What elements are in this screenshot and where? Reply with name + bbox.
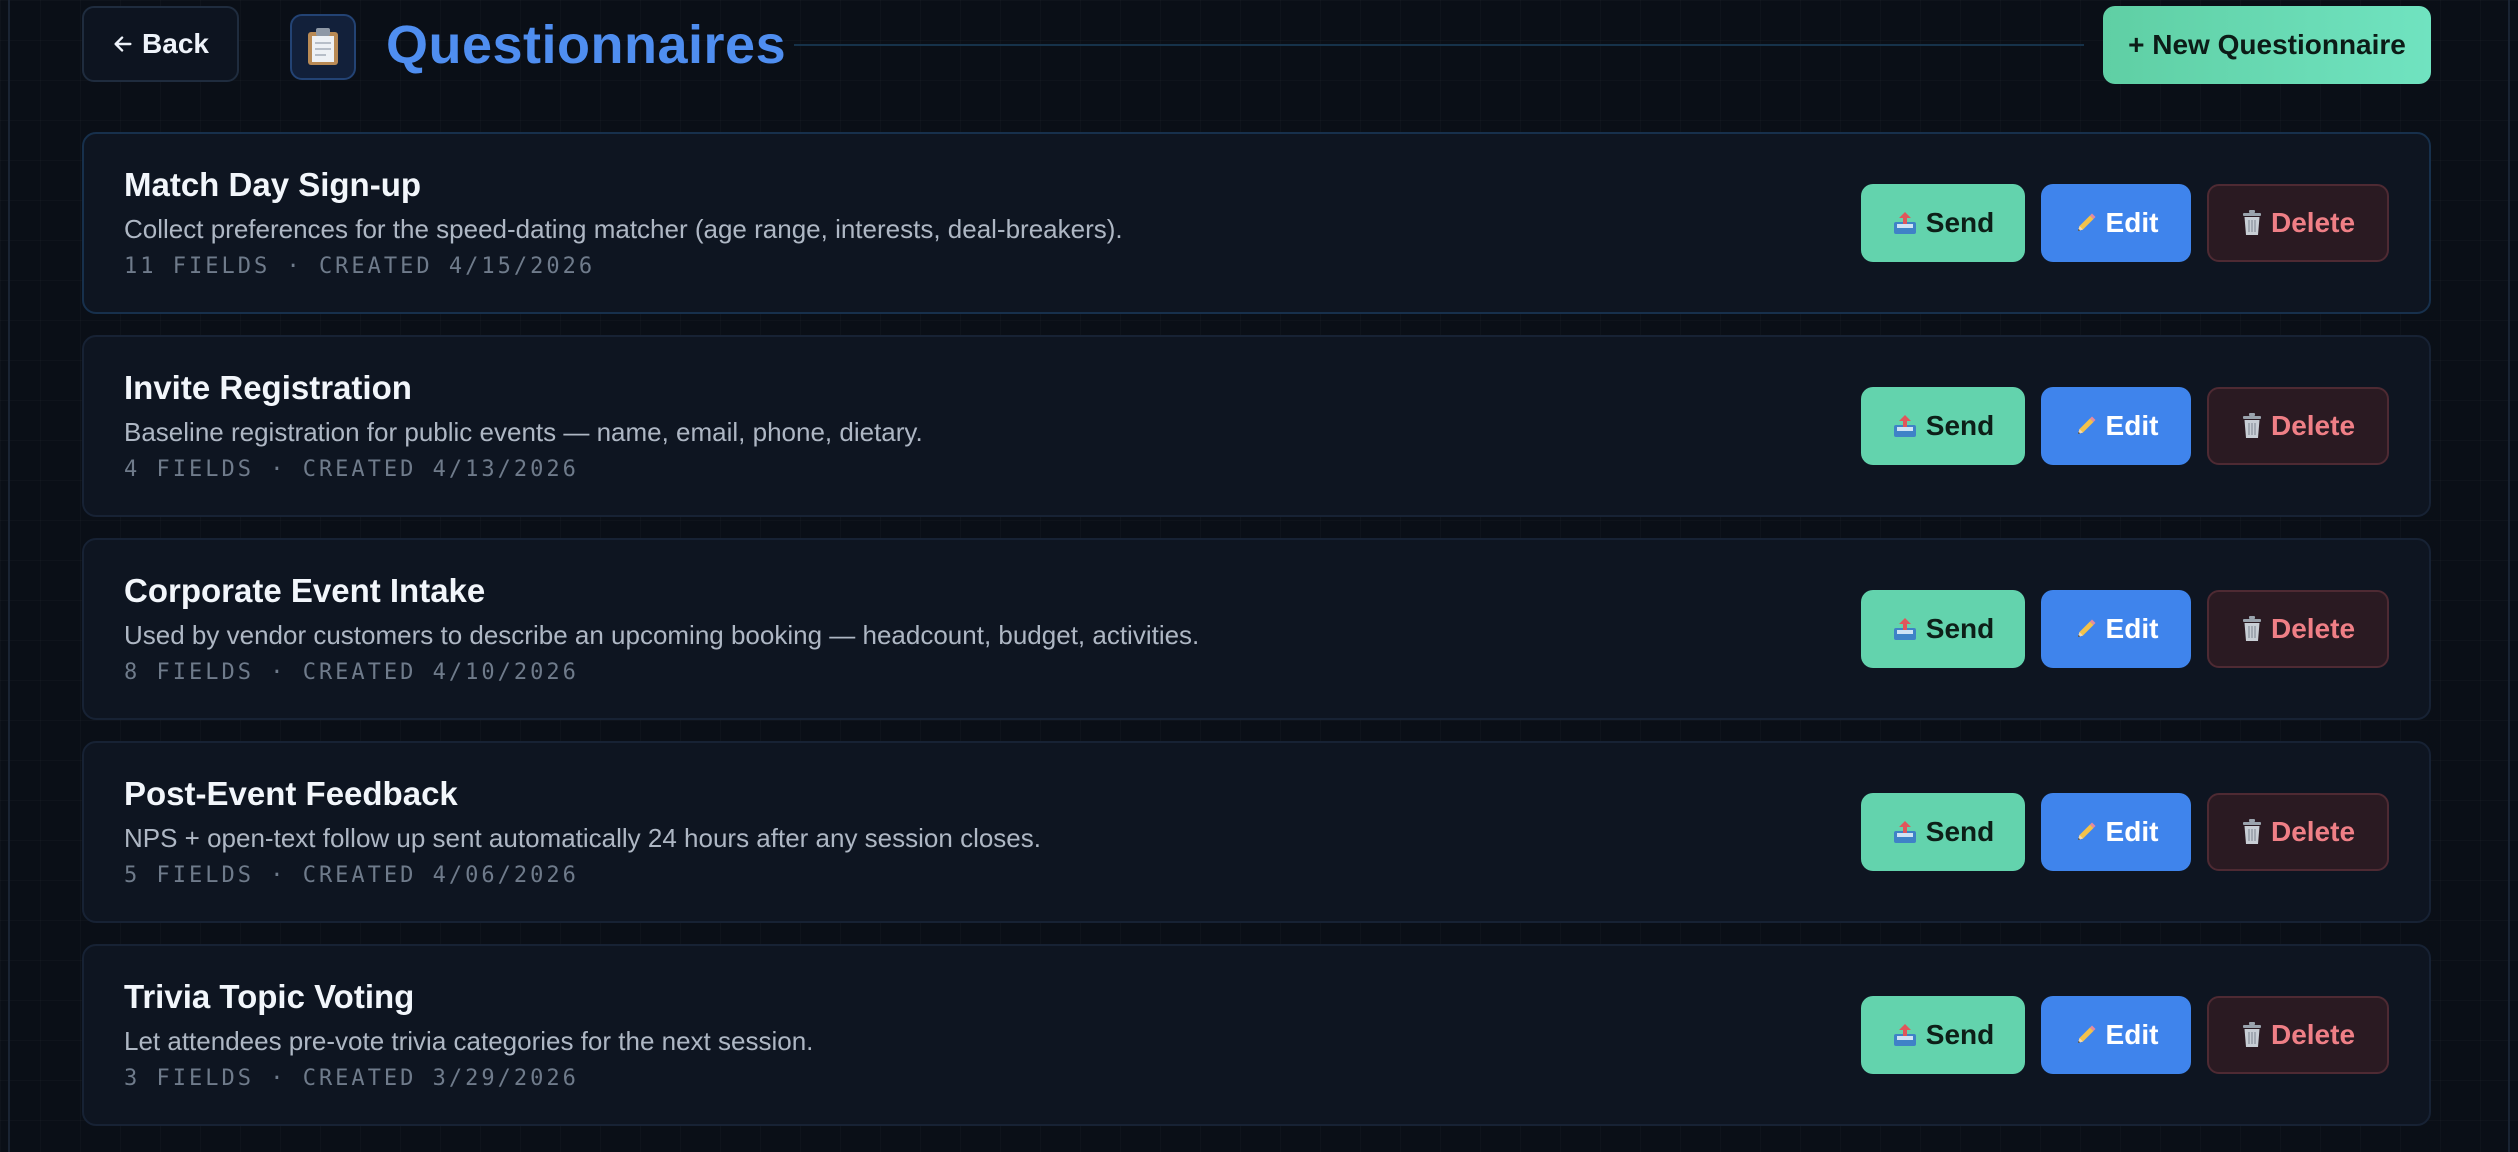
card-actions: Send Edit Delete — [1861, 590, 2389, 668]
delete-button[interactable]: Delete — [2207, 184, 2389, 262]
pencil-icon — [2074, 617, 2098, 641]
delete-label: Delete — [2270, 207, 2356, 238]
edit-label: Edit — [2105, 816, 2159, 847]
questionnaire-description: NPS + open-text follow up sent automatic… — [124, 823, 1041, 853]
back-label: Back — [142, 28, 209, 59]
delete-label: Delete — [2270, 1019, 2356, 1050]
questionnaire-card: Post-Event Feedback NPS + open-text foll… — [82, 741, 2431, 923]
trash-icon — [2241, 616, 2263, 642]
delete-button[interactable]: Delete — [2207, 793, 2389, 871]
card-actions: Send Edit Delete — [1861, 184, 2389, 262]
pencil-icon — [2074, 820, 2098, 844]
questionnaire-meta: 5 FIELDS · CREATED 4/06/2026 — [124, 863, 579, 888]
trash-icon — [2241, 210, 2263, 236]
back-button[interactable]: Back — [82, 6, 239, 82]
questionnaire-description: Collect preferences for the speed-dating… — [124, 214, 1123, 244]
frame-edge-left — [8, 0, 10, 1152]
card-actions: Send Edit Delete — [1861, 387, 2389, 465]
send-label: Send — [1925, 613, 1995, 644]
send-label: Send — [1925, 410, 1995, 441]
send-label: Send — [1925, 1019, 1995, 1050]
questionnaire-description: Let attendees pre-vote trivia categories… — [124, 1026, 814, 1056]
edit-label: Edit — [2105, 1019, 2159, 1050]
questionnaire-meta: 8 FIELDS · CREATED 4/10/2026 — [124, 660, 579, 685]
card-actions: Send Edit Delete — [1861, 996, 2389, 1074]
questionnaire-title: Post-Event Feedback — [124, 775, 458, 812]
send-label: Send — [1925, 816, 1995, 847]
card-actions: Send Edit Delete — [1861, 793, 2389, 871]
edit-label: Edit — [2105, 410, 2159, 441]
edit-label: Edit — [2105, 613, 2159, 644]
questionnaire-title: Trivia Topic Voting — [124, 978, 415, 1015]
delete-label: Delete — [2270, 816, 2356, 847]
page-title: Questionnaires — [386, 15, 787, 75]
trash-icon — [2241, 413, 2263, 439]
outbox-tray-icon — [1892, 1022, 1918, 1048]
arrow-left-icon — [112, 33, 134, 55]
questionnaire-card: Invite Registration Baseline registratio… — [82, 335, 2431, 517]
questionnaire-card: Match Day Sign-up Collect preferences fo… — [82, 132, 2431, 314]
questionnaire-title: Corporate Event Intake — [124, 572, 486, 609]
send-label: Send — [1925, 207, 1995, 238]
outbox-tray-icon — [1892, 616, 1918, 642]
edit-button[interactable]: Edit — [2041, 184, 2191, 262]
page-header: Back Questionnaires + New Questionnaire — [82, 6, 2431, 84]
questionnaire-description: Used by vendor customers to describe an … — [124, 620, 1200, 650]
questionnaire-meta: 4 FIELDS · CREATED 4/13/2026 — [124, 457, 579, 482]
title-divider — [794, 44, 2084, 46]
questionnaire-list: Match Day Sign-up Collect preferences fo… — [82, 132, 2431, 1147]
outbox-tray-icon — [1892, 819, 1918, 845]
questionnaire-card: Corporate Event Intake Used by vendor cu… — [82, 538, 2431, 720]
send-button[interactable]: Send — [1861, 387, 2025, 465]
edit-label: Edit — [2105, 207, 2159, 238]
frame-edge-right — [2508, 0, 2510, 1152]
delete-button[interactable]: Delete — [2207, 996, 2389, 1074]
pencil-icon — [2074, 1023, 2098, 1047]
outbox-tray-icon — [1892, 210, 1918, 236]
questionnaire-meta: 3 FIELDS · CREATED 3/29/2026 — [124, 1066, 579, 1091]
edit-button[interactable]: Edit — [2041, 590, 2191, 668]
pencil-icon — [2074, 211, 2098, 235]
delete-button[interactable]: Delete — [2207, 590, 2389, 668]
edit-button[interactable]: Edit — [2041, 387, 2191, 465]
new-questionnaire-button[interactable]: + New Questionnaire — [2103, 6, 2431, 84]
edit-button[interactable]: Edit — [2041, 996, 2191, 1074]
trash-icon — [2241, 819, 2263, 845]
delete-button[interactable]: Delete — [2207, 387, 2389, 465]
send-button[interactable]: Send — [1861, 996, 2025, 1074]
questionnaire-meta: 11 FIELDS · CREATED 4/15/2026 — [124, 254, 596, 279]
pencil-icon — [2074, 414, 2098, 438]
questionnaire-title: Match Day Sign-up — [124, 166, 422, 203]
send-button[interactable]: Send — [1861, 793, 2025, 871]
questionnaire-card: Trivia Topic Voting Let attendees pre-vo… — [82, 944, 2431, 1126]
clipboard-icon — [290, 14, 356, 80]
questionnaire-description: Baseline registration for public events … — [124, 417, 923, 447]
delete-label: Delete — [2270, 410, 2356, 441]
delete-label: Delete — [2270, 613, 2356, 644]
send-button[interactable]: Send — [1861, 184, 2025, 262]
send-button[interactable]: Send — [1861, 590, 2025, 668]
trash-icon — [2241, 1022, 2263, 1048]
outbox-tray-icon — [1892, 413, 1918, 439]
edit-button[interactable]: Edit — [2041, 793, 2191, 871]
questionnaire-title: Invite Registration — [124, 369, 412, 406]
